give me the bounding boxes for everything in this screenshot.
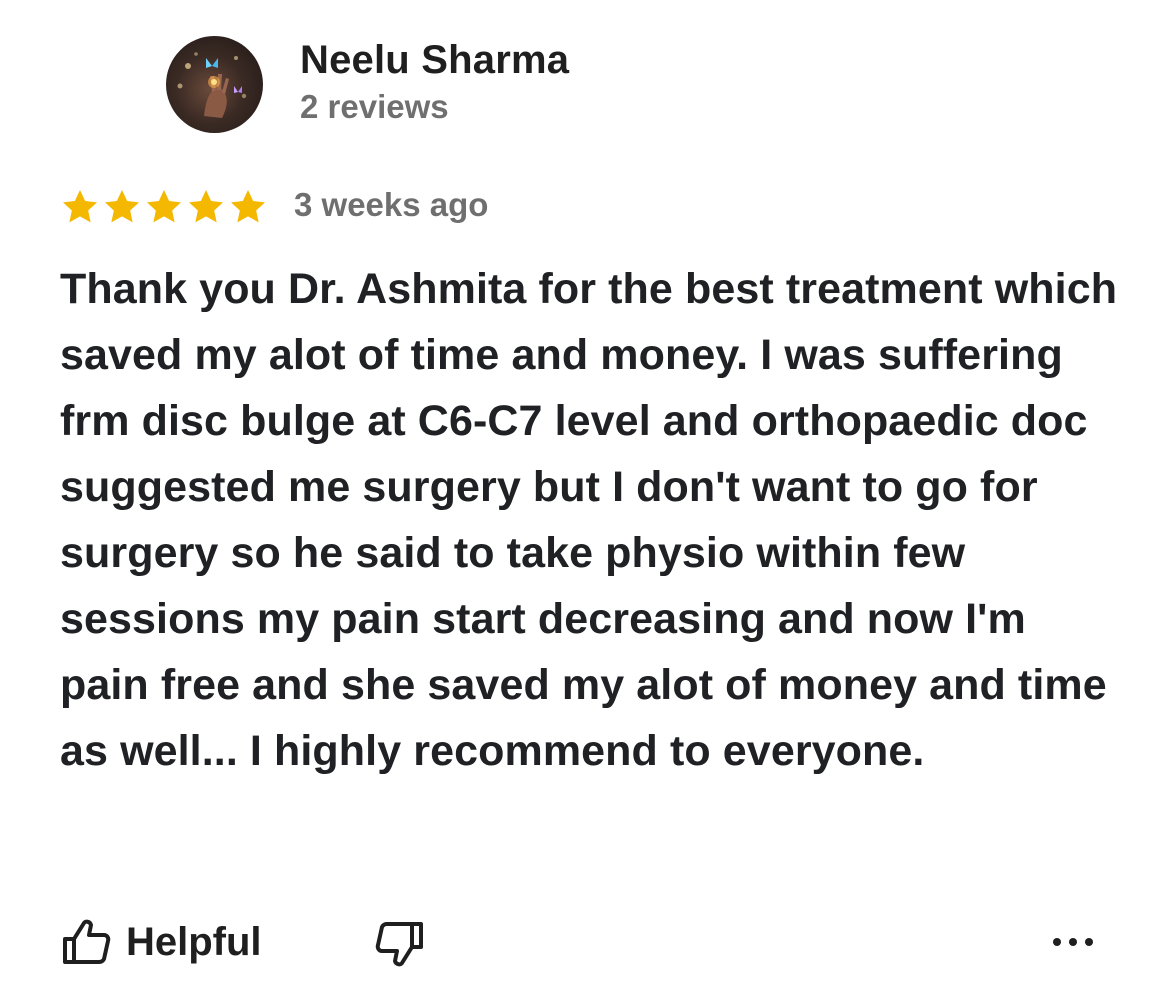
star-rating <box>60 186 268 230</box>
author-name[interactable]: Neelu Sharma <box>300 38 569 83</box>
helpful-button[interactable]: Helpful <box>60 912 262 972</box>
star-icon <box>228 186 268 230</box>
thumbs-down-icon <box>368 914 428 974</box>
helpful-label: Helpful <box>126 919 262 964</box>
review-card: Neelu Sharma 2 reviews 3 weeks ago Thank… <box>0 0 1169 987</box>
star-icon <box>144 186 184 230</box>
more-options-button[interactable] <box>1045 922 1105 962</box>
star-icon <box>186 186 226 230</box>
avatar-image <box>177 52 247 118</box>
star-icon <box>60 186 100 230</box>
dislike-button[interactable] <box>368 914 428 974</box>
star-icon <box>102 186 142 230</box>
review-text: Thank you Dr. Ashmita for the best treat… <box>60 265 1118 775</box>
avatar[interactable] <box>166 36 263 133</box>
thumbs-up-icon <box>60 915 114 969</box>
more-horizontal-icon <box>1045 922 1105 962</box>
review-date: 3 weeks ago <box>294 186 489 223</box>
author-review-count[interactable]: 2 reviews <box>300 88 449 126</box>
